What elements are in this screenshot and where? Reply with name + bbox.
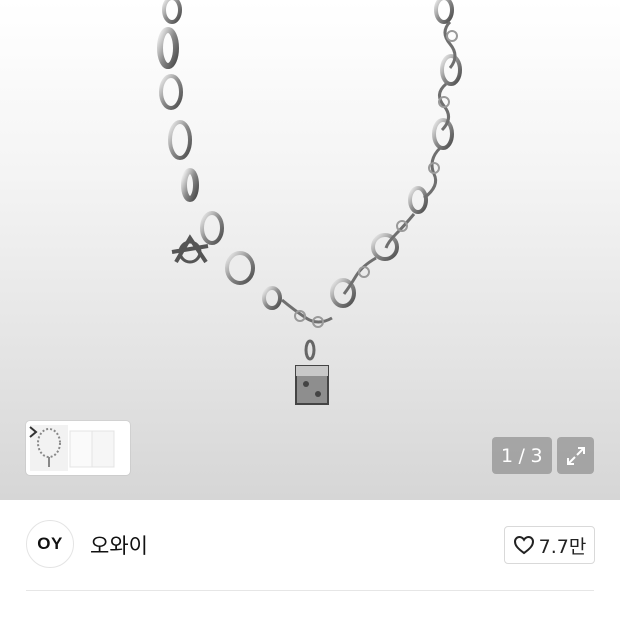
- counter-separator: /: [518, 444, 526, 467]
- brand-name[interactable]: 오와이: [90, 530, 148, 560]
- brand-logo-text: OY: [37, 534, 63, 553]
- image-counter: 1 / 3: [492, 437, 552, 474]
- product-image-gallery[interactable]: 1 / 3: [0, 0, 620, 500]
- thumbnail-strip[interactable]: [26, 421, 130, 475]
- expand-arrows-icon: [566, 446, 585, 465]
- chevron-right-icon[interactable]: [26, 421, 40, 443]
- heart-outline-icon: [513, 535, 534, 555]
- counter-current: 1: [500, 444, 514, 467]
- divider: [26, 590, 594, 591]
- like-button[interactable]: 7.7만: [504, 526, 595, 564]
- counter-total: 3: [530, 444, 544, 467]
- expand-button[interactable]: [557, 437, 594, 474]
- brand-logo[interactable]: OY: [26, 520, 74, 568]
- like-count: 7.7만: [538, 535, 587, 558]
- thumbnail-images: [30, 425, 115, 471]
